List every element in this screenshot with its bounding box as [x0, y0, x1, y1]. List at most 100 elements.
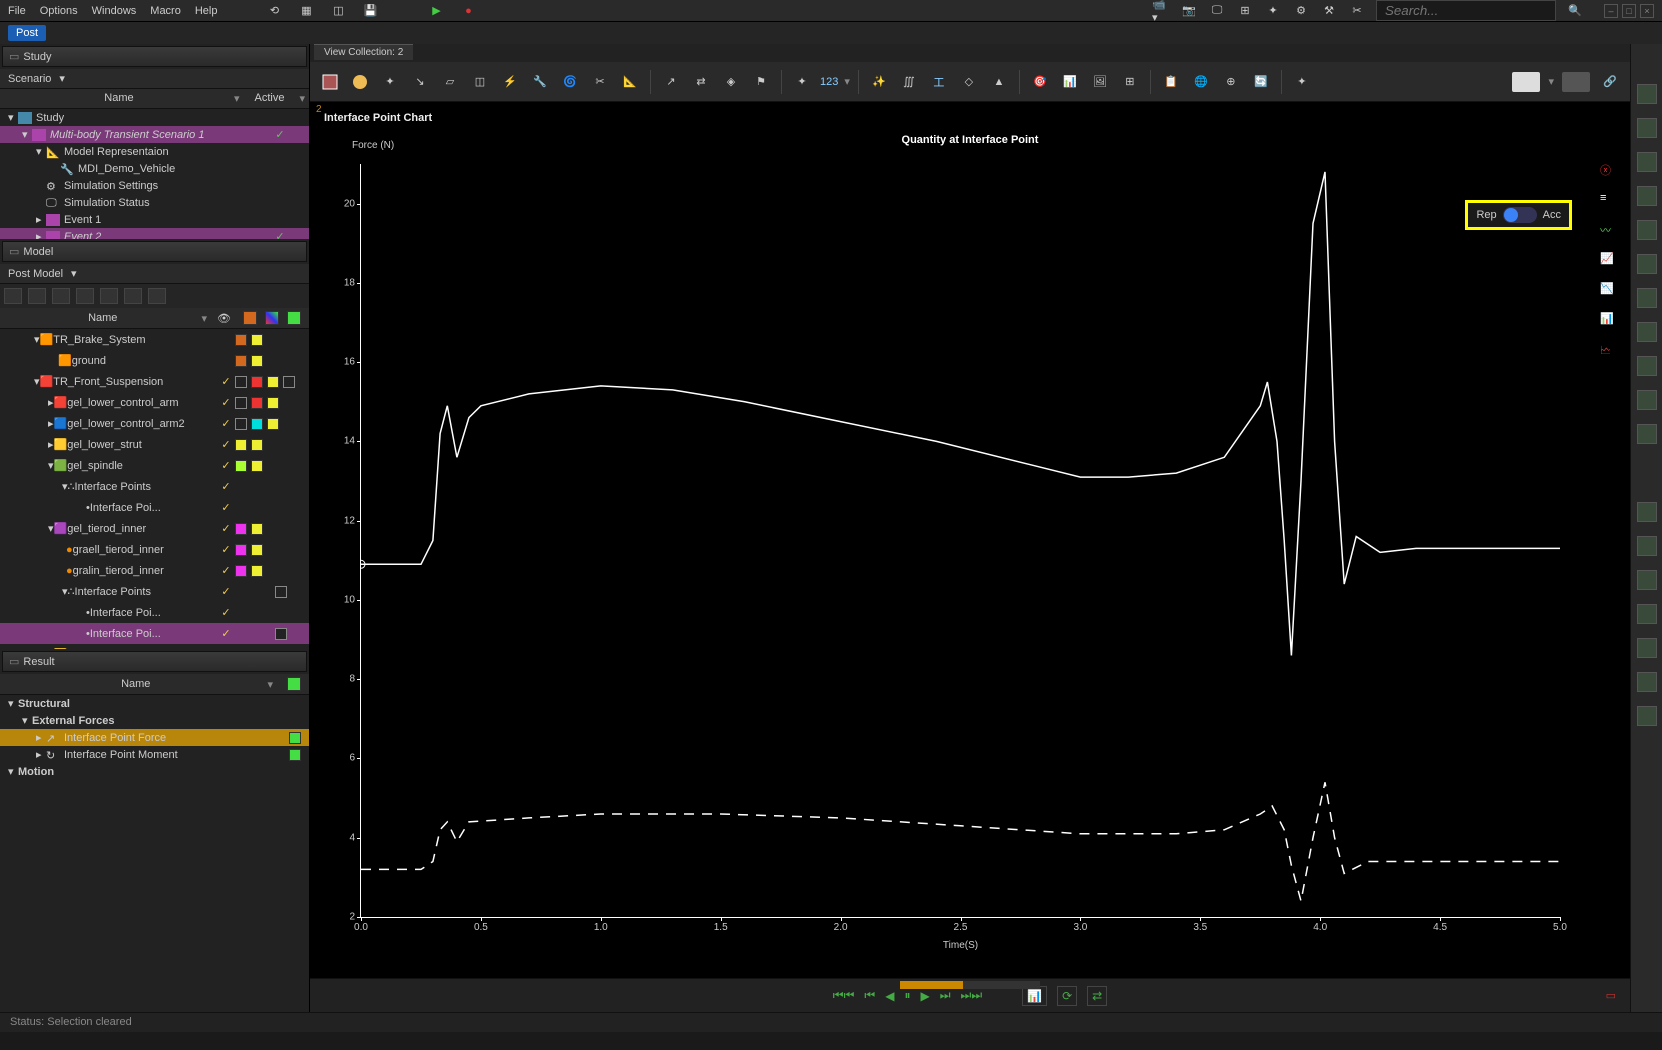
rep-acc-toggle[interactable]	[1503, 207, 1537, 223]
tool-icon[interactable]: ⊞	[1118, 70, 1142, 94]
tree-row-scenario[interactable]: ▾Multi-body Transient Scenario 1✓	[0, 126, 309, 143]
result-row-extforces[interactable]: ▾External Forces	[0, 712, 309, 729]
play-icon[interactable]: ▶	[427, 2, 445, 20]
tool-icon[interactable]: 🔄	[1249, 70, 1273, 94]
tool-icon[interactable]: ∭	[897, 70, 921, 94]
pause-button[interactable]: ⏸	[904, 988, 910, 1003]
tool-icon[interactable]: ⊕	[1219, 70, 1243, 94]
tool-icon[interactable]: 🎯	[1028, 70, 1052, 94]
menu-help[interactable]: Help	[195, 5, 218, 17]
prev-frame-button[interactable]: ⏮	[864, 988, 875, 1003]
tool-r4-icon[interactable]	[1637, 604, 1657, 624]
model-row-gel-lca2[interactable]: ▸🟦gel_lower_control_arm2✓	[0, 413, 309, 434]
record-icon[interactable]: ●	[459, 2, 477, 20]
box-icon[interactable]	[1637, 322, 1657, 342]
tree-row-vehicle[interactable]: 🔧MDI_Demo_Vehicle	[0, 160, 309, 177]
tool-r3-icon[interactable]	[1637, 570, 1657, 590]
tool-r6-icon[interactable]	[1637, 672, 1657, 692]
model-row-interface-points2[interactable]: ▾∴Interface Points✓	[0, 581, 309, 602]
legend-icon[interactable]: ≡	[1600, 192, 1620, 210]
wireframe-icon[interactable]	[1637, 152, 1657, 172]
step-back-button[interactable]: ◀	[885, 989, 894, 1003]
chart-type2-icon[interactable]: 📉	[1600, 282, 1620, 300]
coords-icon[interactable]: ✦	[378, 70, 402, 94]
tool-icon[interactable]	[100, 288, 118, 304]
window-icon[interactable]: ◫	[329, 2, 347, 20]
post-button[interactable]: Post	[8, 25, 46, 41]
tool-icon[interactable]: 📋	[1159, 70, 1183, 94]
tool-r5-icon[interactable]	[1637, 638, 1657, 658]
minimize-button[interactable]: –	[1604, 4, 1618, 18]
model-row-gel-lca[interactable]: ▸🟥gel_lower_control_arm✓	[0, 392, 309, 413]
chart-type4-icon[interactable]: 🗠	[1600, 342, 1620, 360]
menu-macro[interactable]: Macro	[150, 5, 181, 17]
line-style-icon[interactable]: 〰	[1600, 222, 1620, 240]
model-row-interface-poi3-selected[interactable]: •Interface Poi...✓	[0, 623, 309, 644]
tool-icon[interactable]: ◈	[719, 70, 743, 94]
tool-icon[interactable]	[4, 288, 22, 304]
result-row-ipf[interactable]: ▸↗Interface Point Force	[0, 729, 309, 746]
cube-icon[interactable]	[318, 70, 342, 94]
model-row-gralin[interactable]: ●gralin_tierod_inner✓	[0, 560, 309, 581]
sync-button[interactable]: ⟳	[1057, 986, 1077, 1006]
model-row-frontsusp[interactable]: ▾🟥TR_Front_Suspension✓	[0, 371, 309, 392]
tree-row-simstatus[interactable]: 🖵Simulation Status	[0, 194, 309, 211]
model-row-gel-strut[interactable]: ▸🟨gel_lower_strut✓	[0, 434, 309, 455]
list-icon[interactable]	[1637, 254, 1657, 274]
snapshot-icon[interactable]: 📷	[1180, 2, 1198, 20]
study-section-header[interactable]: ▭ Study	[2, 46, 307, 67]
tool-icon[interactable]: ◇	[957, 70, 981, 94]
save-icon[interactable]: 💾	[361, 2, 379, 20]
axes-icon[interactable]: ✦	[1264, 2, 1282, 20]
tool-icon[interactable]: ↗	[659, 70, 683, 94]
collapse-icon[interactable]: ▭	[9, 655, 19, 668]
result-row-ipm[interactable]: ▸↻Interface Point Moment	[0, 746, 309, 763]
scenario-bar[interactable]: Scenario ▾	[0, 69, 309, 89]
model-row-tierod-inner[interactable]: ▾🟪gel_tierod_inner✓	[0, 518, 309, 539]
tool-icon[interactable]: 📐	[618, 70, 642, 94]
cube-view-icon[interactable]	[1637, 84, 1657, 104]
model-row-brake[interactable]: ▾🟧TR_Brake_System	[0, 329, 309, 350]
wave-icon[interactable]	[1637, 356, 1657, 376]
search-icon[interactable]: 🔍	[1566, 2, 1584, 20]
tool-icon[interactable]	[28, 288, 46, 304]
chart-plot-area[interactable]: Time(S) 24681012141618200.00.51.01.52.02…	[360, 164, 1560, 918]
tool-icon[interactable]: ✨	[867, 70, 891, 94]
tool-icon[interactable]: ⚡	[498, 70, 522, 94]
tool-r1-icon[interactable]	[1637, 502, 1657, 522]
tool-r7-icon[interactable]	[1637, 706, 1657, 726]
tool-icon[interactable]	[124, 288, 142, 304]
post-model-bar[interactable]: Post Model ▾	[0, 264, 309, 284]
axes-view-icon[interactable]	[1637, 220, 1657, 240]
chart-type3-icon[interactable]: 📊	[1600, 312, 1620, 330]
tool-icon[interactable]: 🔧	[528, 70, 552, 94]
sphere-icon[interactable]	[348, 70, 372, 94]
tree-row-simsettings[interactable]: ⚙Simulation Settings	[0, 177, 309, 194]
model-row-interface-poi[interactable]: •Interface Poi...✓	[0, 497, 309, 518]
loop-button[interactable]: ⇄	[1087, 986, 1107, 1006]
tool-b-icon[interactable]: ⚒	[1320, 2, 1338, 20]
tree-row-modelrep[interactable]: ▾📐Model Representaion	[0, 143, 309, 160]
menu-file[interactable]: File	[8, 5, 26, 17]
first-frame-button[interactable]: ⏮⏮	[833, 988, 855, 1003]
tree-row-event1[interactable]: ▸Event 1	[0, 211, 309, 228]
tool-icon[interactable]: ▱	[438, 70, 462, 94]
tool-icon[interactable]: 🖼	[1088, 70, 1112, 94]
tool-c-icon[interactable]: ✂	[1348, 2, 1366, 20]
tool-icon[interactable]: 🌀	[558, 70, 582, 94]
tool-icon[interactable]: ✦	[1290, 70, 1314, 94]
tool-icon[interactable]: 🌐	[1189, 70, 1213, 94]
chevron-down-icon[interactable]: ▾	[71, 267, 77, 280]
layers-icon[interactable]	[1637, 288, 1657, 308]
menu-windows[interactable]: Windows	[92, 5, 137, 17]
curve-icon[interactable]	[1637, 390, 1657, 410]
tool-r2-icon[interactable]	[1637, 536, 1657, 556]
last-frame-button[interactable]: ⏭⏭	[961, 988, 983, 1003]
chevron-down-icon[interactable]: ▾	[59, 72, 65, 85]
solid-icon[interactable]	[1637, 424, 1657, 444]
chart-type-icon[interactable]: 📈	[1600, 252, 1620, 270]
model-row-ground[interactable]: 🟧ground	[0, 350, 309, 371]
tree-row-event2[interactable]: ▸Event 2✓	[0, 228, 309, 239]
tool-icon[interactable]	[52, 288, 70, 304]
model-section-header[interactable]: ▭ Model	[2, 241, 307, 262]
